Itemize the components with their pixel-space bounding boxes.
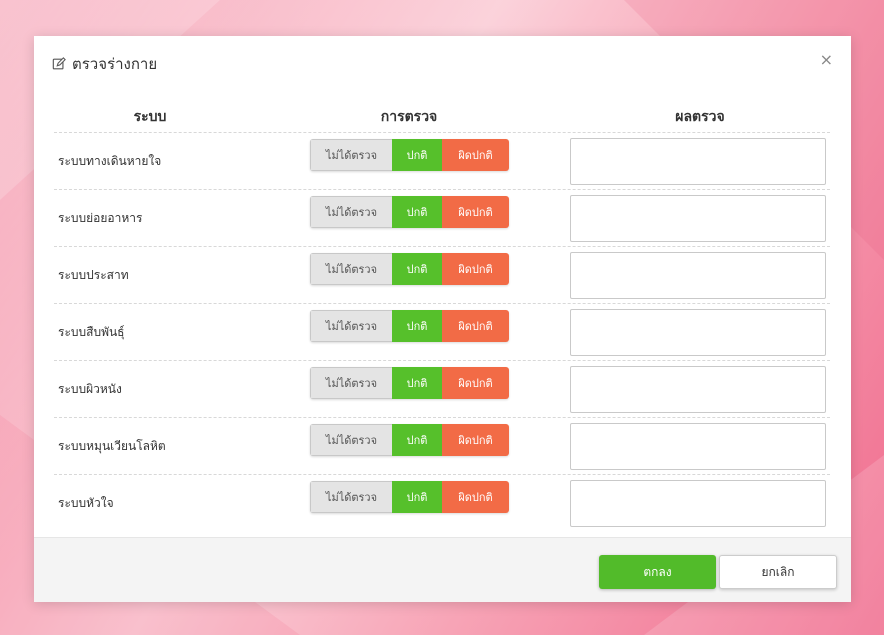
- abnormal-button[interactable]: ผิดปกติ: [442, 196, 509, 228]
- normal-button[interactable]: ปกติ: [392, 424, 442, 456]
- normal-button[interactable]: ปกติ: [392, 367, 442, 399]
- modal-header: ตรวจร่างกาย ×: [34, 36, 851, 88]
- close-button[interactable]: ×: [820, 50, 833, 70]
- not-examined-button[interactable]: ไม่ได้ตรวจ: [310, 139, 392, 171]
- edit-icon: [52, 57, 66, 70]
- not-examined-button[interactable]: ไม่ได้ตรวจ: [310, 310, 392, 342]
- not-examined-button[interactable]: ไม่ได้ตรวจ: [310, 253, 392, 285]
- cancel-button[interactable]: ยกเลิก: [719, 555, 837, 589]
- modal-title: ตรวจร่างกาย: [72, 55, 158, 73]
- exam-status-group: ไม่ได้ตรวจ ปกติ ผิดปกติ: [310, 253, 509, 285]
- table-row: ระบบทางเดินหายใจ ไม่ได้ตรวจ ปกติ ผิดปกติ: [54, 132, 830, 189]
- result-textarea[interactable]: [570, 480, 826, 527]
- system-label: ระบบผิวหนัง: [58, 381, 122, 396]
- table-row: ระบบสืบพันธุ์ ไม่ได้ตรวจ ปกติ ผิดปกติ: [54, 303, 830, 360]
- abnormal-button[interactable]: ผิดปกติ: [442, 481, 509, 513]
- modal-footer: ตกลง ยกเลิก: [34, 537, 851, 602]
- abnormal-button[interactable]: ผิดปกติ: [442, 367, 509, 399]
- exam-status-group: ไม่ได้ตรวจ ปกติ ผิดปกติ: [310, 424, 509, 456]
- abnormal-button[interactable]: ผิดปกติ: [442, 310, 509, 342]
- column-header-exam: การตรวจ: [380, 109, 438, 125]
- column-header-result: ผลตรวจ: [675, 109, 725, 125]
- abnormal-button[interactable]: ผิดปกติ: [442, 253, 509, 285]
- result-textarea[interactable]: [570, 138, 826, 185]
- system-label: ระบบหัวใจ: [58, 495, 114, 510]
- result-textarea[interactable]: [570, 366, 826, 413]
- not-examined-button[interactable]: ไม่ได้ตรวจ: [310, 424, 392, 456]
- ok-button[interactable]: ตกลง: [599, 555, 716, 589]
- exam-table: ระบบทางเดินหายใจ ไม่ได้ตรวจ ปกติ ผิดปกติ…: [54, 132, 830, 531]
- exam-status-group: ไม่ได้ตรวจ ปกติ ผิดปกติ: [310, 367, 509, 399]
- exam-status-group: ไม่ได้ตรวจ ปกติ ผิดปกติ: [310, 139, 509, 171]
- physical-exam-modal: ตรวจร่างกาย × ระบบ การตรวจ ผลตรวจ ระบบทา…: [34, 36, 851, 602]
- system-label: ระบบทางเดินหายใจ: [58, 153, 162, 168]
- abnormal-button[interactable]: ผิดปกติ: [442, 424, 509, 456]
- system-label: ระบบประสาท: [58, 267, 129, 282]
- exam-status-group: ไม่ได้ตรวจ ปกติ ผิดปกติ: [310, 481, 509, 513]
- system-label: ระบบหมุนเวียนโลหิต: [58, 438, 166, 453]
- not-examined-button[interactable]: ไม่ได้ตรวจ: [310, 367, 392, 399]
- table-row: ระบบหมุนเวียนโลหิต ไม่ได้ตรวจ ปกติ ผิดปก…: [54, 417, 830, 474]
- normal-button[interactable]: ปกติ: [392, 481, 442, 513]
- exam-status-group: ไม่ได้ตรวจ ปกติ ผิดปกติ: [310, 196, 509, 228]
- result-textarea[interactable]: [570, 252, 826, 299]
- table-row: ระบบผิวหนัง ไม่ได้ตรวจ ปกติ ผิดปกติ: [54, 360, 830, 417]
- result-textarea[interactable]: [570, 195, 826, 242]
- not-examined-button[interactable]: ไม่ได้ตรวจ: [310, 481, 392, 513]
- not-examined-button[interactable]: ไม่ได้ตรวจ: [310, 196, 392, 228]
- column-header-system: ระบบ: [133, 109, 167, 125]
- exam-status-group: ไม่ได้ตรวจ ปกติ ผิดปกติ: [310, 310, 509, 342]
- normal-button[interactable]: ปกติ: [392, 196, 442, 228]
- normal-button[interactable]: ปกติ: [392, 310, 442, 342]
- normal-button[interactable]: ปกติ: [392, 139, 442, 171]
- table-row: ระบบย่อยอาหาร ไม่ได้ตรวจ ปกติ ผิดปกติ: [54, 189, 830, 246]
- result-textarea[interactable]: [570, 309, 826, 356]
- modal-title-wrap: ตรวจร่างกาย: [52, 52, 157, 76]
- abnormal-button[interactable]: ผิดปกติ: [442, 139, 509, 171]
- system-label: ระบบย่อยอาหาร: [58, 210, 143, 225]
- table-row: ระบบประสาท ไม่ได้ตรวจ ปกติ ผิดปกติ: [54, 246, 830, 303]
- normal-button[interactable]: ปกติ: [392, 253, 442, 285]
- table-row: ระบบหัวใจ ไม่ได้ตรวจ ปกติ ผิดปกติ: [54, 474, 830, 531]
- result-textarea[interactable]: [570, 423, 826, 470]
- system-label: ระบบสืบพันธุ์: [58, 324, 125, 339]
